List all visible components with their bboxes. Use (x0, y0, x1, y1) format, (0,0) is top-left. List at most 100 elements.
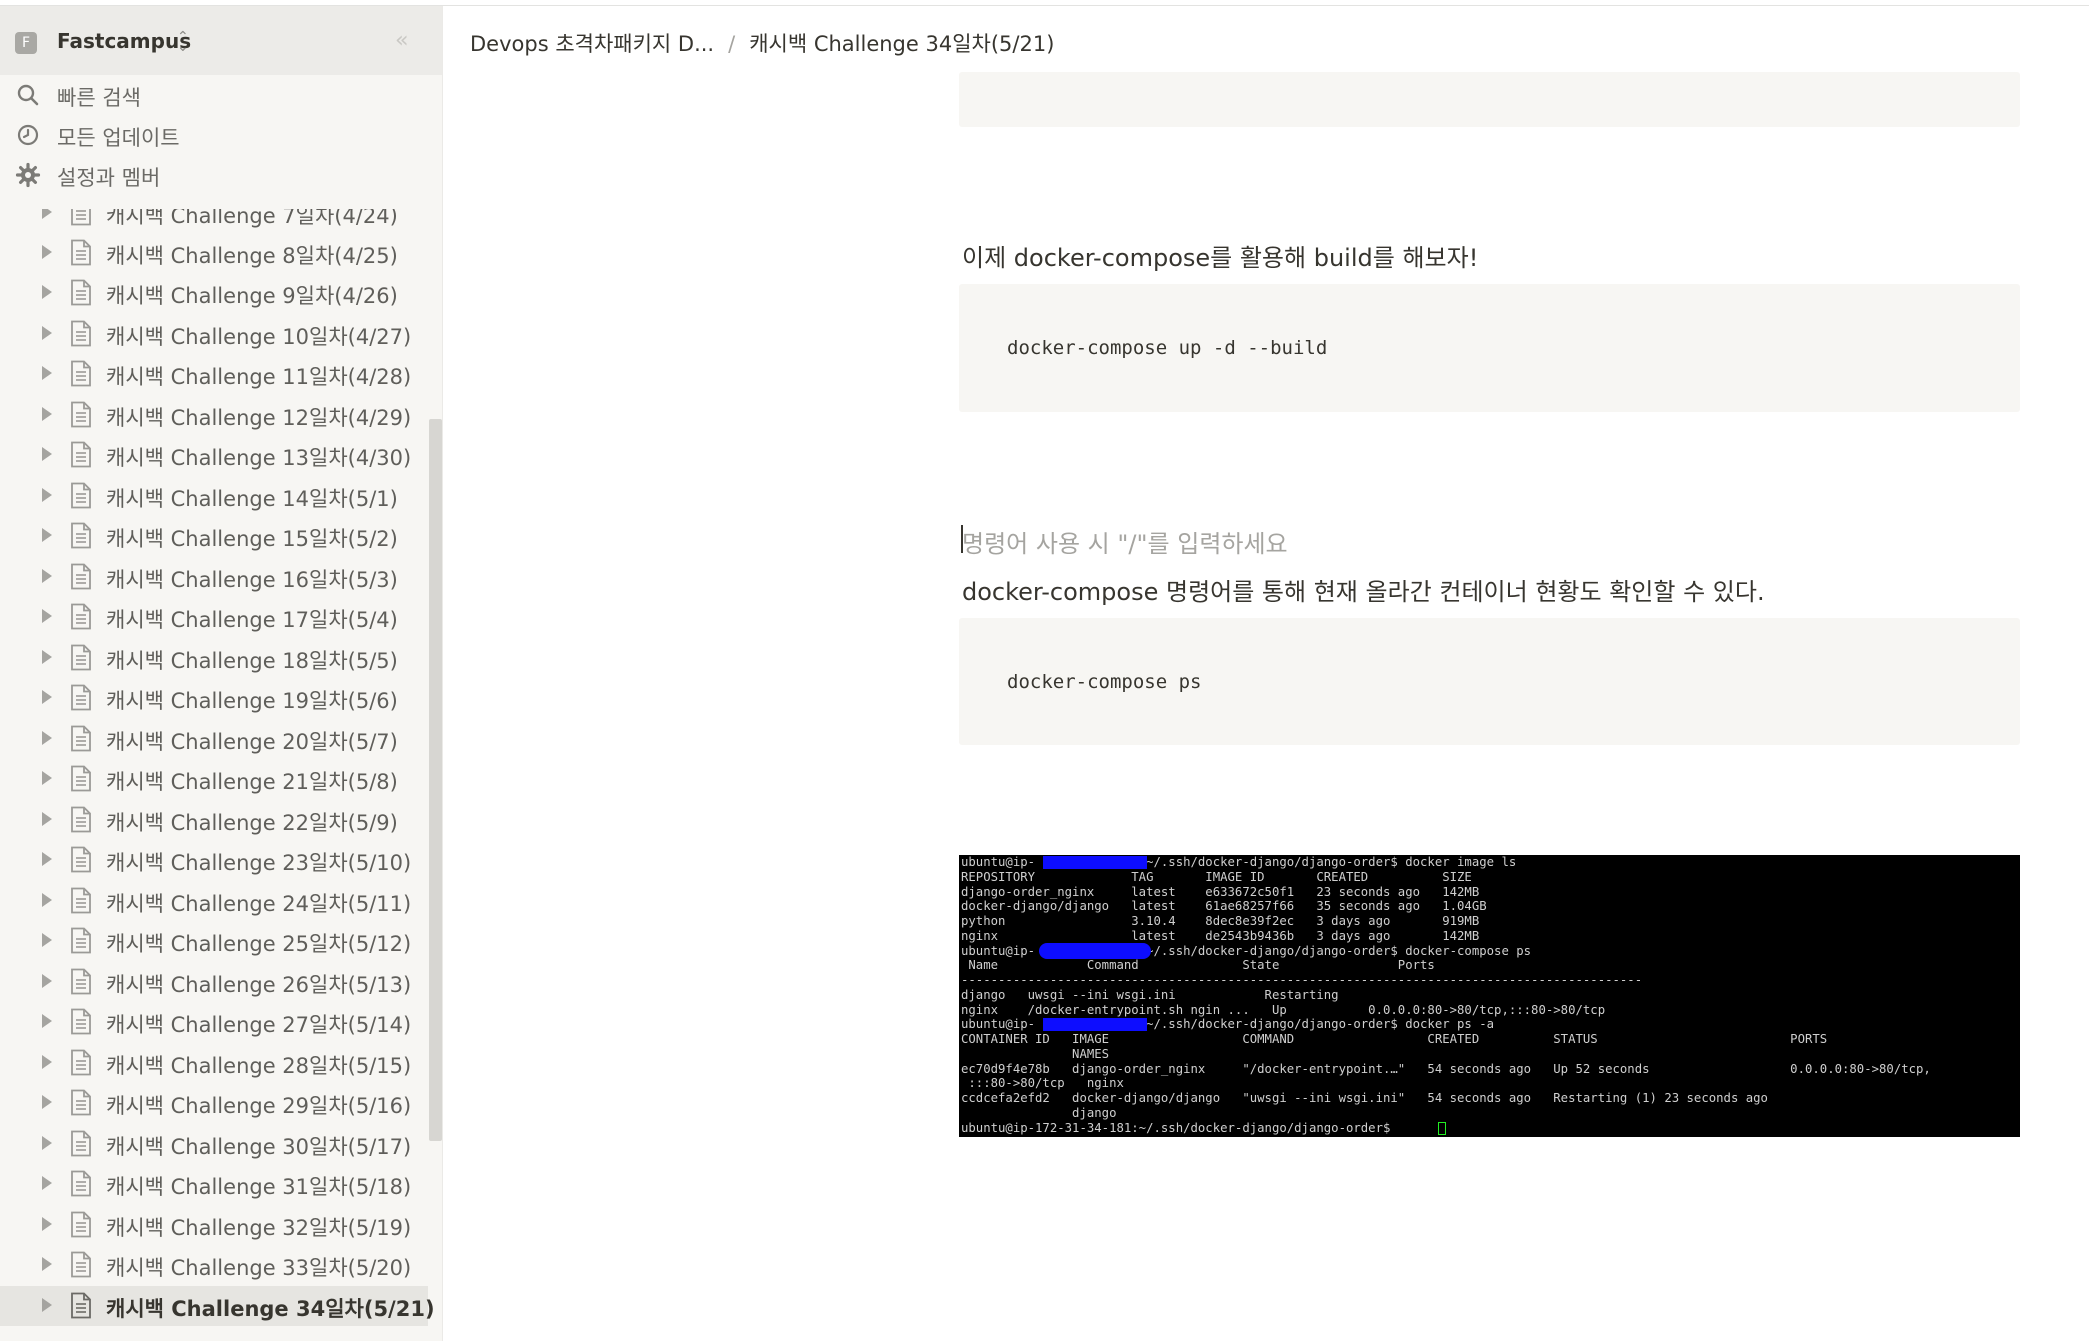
page-tree-item[interactable]: 캐시백 Challenge 15일차(5/2) (0, 516, 428, 556)
page-tree-item[interactable]: 캐시백 Challenge 10일차(4/27) (0, 314, 428, 354)
page-tree-item[interactable]: 캐시백 Challenge 29일차(5/16) (0, 1083, 428, 1123)
page-tree-item[interactable]: 캐시백 Challenge 31일차(5/18) (0, 1164, 428, 1204)
page-tree-item[interactable]: 캐시백 Challenge 19일차(5/6) (0, 678, 428, 718)
workspace-switcher[interactable]: F Fastcampus ⌃ ⌄ ‹‹ (0, 6, 442, 75)
page-title: 캐시백 Challenge 16일차(5/3) (106, 568, 398, 592)
breadcrumb: Devops 초격차패키지 D... / 캐시백 Challenge 34일차(5/… (470, 28, 1054, 58)
page-tree-item[interactable]: 캐시백 Challenge 12일차(4/29) (0, 395, 428, 435)
expand-arrow-icon[interactable] (42, 326, 52, 340)
expand-arrow-icon[interactable] (42, 1176, 52, 1190)
document-icon (71, 1170, 91, 1197)
page-tree-item[interactable]: 캐시백 Challenge 8일차(4/25) (0, 233, 428, 273)
page-title: 캐시백 Challenge 25일차(5/12) (106, 932, 412, 956)
page-tree-item[interactable]: 캐시백 Challenge 24일차(5/11) (0, 881, 428, 921)
document-icon (71, 684, 91, 711)
expand-arrow-icon[interactable] (42, 569, 52, 583)
expand-arrow-icon[interactable] (42, 650, 52, 664)
terminal-line: ccdcefa2efd2 docker-django/django "uwsgi… (961, 1091, 1768, 1105)
page-tree[interactable]: 캐시백 Challenge 7일차(4/24) 캐시백 Challenge 8일… (0, 209, 442, 1341)
page-tree-item[interactable]: 캐시백 Challenge 30일차(5/17) (0, 1124, 428, 1164)
code-block-previous[interactable] (959, 72, 2020, 127)
terminal-line: REPOSITORY TAG IMAGE ID CREATED SIZE (961, 870, 1472, 884)
empty-block-placeholder[interactable]: 명령어 사용 시 "/"를 입력하세요 (962, 524, 1288, 559)
expand-arrow-icon[interactable] (42, 209, 52, 219)
page-tree-item[interactable]: 캐시백 Challenge 27일차(5/14) (0, 1002, 428, 1042)
page-tree-item[interactable]: 캐시백 Challenge 17일차(5/4) (0, 597, 428, 637)
paragraph-ps[interactable]: docker-compose 명령어를 통해 현재 올라간 컨테이너 현황도 확… (962, 572, 1765, 607)
code-block-build[interactable]: docker-compose up -d --build (959, 284, 2020, 412)
document-icon (71, 1049, 91, 1076)
page-tree-item[interactable]: 캐시백 Challenge 20일차(5/7) (0, 719, 428, 759)
breadcrumb-current[interactable]: 캐시백 Challenge 34일차(5/21) (749, 32, 1054, 56)
page-tree-item[interactable]: 캐시백 Challenge 21일차(5/8) (0, 759, 428, 799)
page-tree-item[interactable]: 캐시백 Challenge 26일차(5/13) (0, 962, 428, 1002)
expand-arrow-icon[interactable] (42, 245, 52, 259)
page-title: 캐시백 Challenge 13일차(4/30) (106, 446, 412, 470)
expand-arrow-icon[interactable] (42, 285, 52, 299)
expand-arrow-icon[interactable] (42, 1257, 52, 1271)
expand-arrow-icon[interactable] (42, 731, 52, 745)
page-tree-item-active[interactable]: 캐시백 Challenge 34일차(5/21) (0, 1286, 435, 1326)
breadcrumb-parent[interactable]: Devops 초격차패키지 D... (470, 32, 714, 56)
paragraph-build[interactable]: 이제 docker-compose를 활용해 build를 해보자! (962, 238, 1478, 273)
code-text: docker-compose up -d --build (1007, 337, 1328, 359)
terminal-screenshot[interactable]: ubuntu@ip- :~/.ssh/docker-django/django-… (959, 855, 2020, 1137)
expand-arrow-icon[interactable] (42, 528, 52, 542)
terminal-line: django-order_nginx latest e633672c50f1 2… (961, 885, 1480, 899)
expand-arrow-icon[interactable] (42, 407, 52, 421)
page-title: 캐시백 Challenge 7일차(4/24) (106, 209, 398, 228)
page-tree-item[interactable]: 캐시백 Challenge 18일차(5/5) (0, 638, 428, 678)
document-icon (71, 846, 91, 873)
expand-arrow-icon[interactable] (42, 812, 52, 826)
terminal-line: django (961, 1106, 1117, 1120)
page-tree-item[interactable]: 캐시백 Challenge 14일차(5/1) (0, 476, 428, 516)
page-tree-item[interactable]: 캐시백 Challenge 13일차(4/30) (0, 435, 428, 475)
expand-arrow-icon[interactable] (42, 1298, 52, 1312)
page-title: 캐시백 Challenge 22일차(5/9) (106, 811, 398, 835)
redaction-mark (1043, 856, 1147, 869)
workspace-avatar: F (15, 32, 37, 54)
expand-arrow-icon[interactable] (42, 771, 52, 785)
terminal-line: django uwsgi --ini wsgi.ini Restarting (961, 988, 1339, 1002)
expand-arrow-icon[interactable] (42, 447, 52, 461)
page-tree-item[interactable]: 캐시백 Challenge 22일차(5/9) (0, 800, 428, 840)
collapse-sidebar-icon[interactable]: ‹‹ (395, 28, 408, 53)
page-title: 캐시백 Challenge 9일차(4/26) (106, 284, 398, 308)
expand-arrow-icon[interactable] (42, 609, 52, 623)
expand-arrow-icon[interactable] (42, 933, 52, 947)
expand-arrow-icon[interactable] (42, 974, 52, 988)
page-tree-item[interactable]: 캐시백 Challenge 9일차(4/26) (0, 273, 428, 313)
page-tree-item[interactable]: 캐시백 Challenge 33일차(5/20) (0, 1245, 428, 1285)
code-block-ps[interactable]: docker-compose ps (959, 618, 2020, 745)
page-tree-item[interactable]: 캐시백 Challenge 11일차(4/28) (0, 354, 428, 394)
page-title: 캐시백 Challenge 27일차(5/14) (106, 1013, 412, 1037)
redaction-mark (1039, 943, 1151, 959)
expand-arrow-icon[interactable] (42, 1014, 52, 1028)
sidebar-scrollbar[interactable] (429, 419, 442, 1141)
gear-icon (15, 162, 41, 188)
nav-quick-search[interactable]: 빠른 검색 (0, 76, 442, 114)
page-tree-item[interactable]: 캐시백 Challenge 25일차(5/12) (0, 921, 428, 961)
expand-arrow-icon[interactable] (42, 1136, 52, 1150)
document-icon (71, 401, 91, 428)
terminal-line: nginx /docker-entrypoint.sh ngin ... Up … (961, 1003, 1606, 1017)
expand-arrow-icon[interactable] (42, 1217, 52, 1231)
page-tree-item[interactable]: 캐시백 Challenge 7일차(4/24) (0, 209, 428, 233)
expand-arrow-icon[interactable] (42, 366, 52, 380)
page-tree-item[interactable]: 캐시백 Challenge 32일차(5/19) (0, 1205, 428, 1245)
expand-arrow-icon[interactable] (42, 1095, 52, 1109)
nav-settings-members[interactable]: 설정과 멤버 (0, 156, 442, 194)
expand-arrow-icon[interactable] (42, 690, 52, 704)
page-tree-item[interactable]: 캐시백 Challenge 28일차(5/15) (0, 1043, 428, 1083)
expand-arrow-icon[interactable] (42, 893, 52, 907)
expand-arrow-icon[interactable] (42, 488, 52, 502)
expand-arrow-icon[interactable] (42, 852, 52, 866)
document-icon (71, 441, 91, 468)
page-tree-item[interactable]: 캐시백 Challenge 23일차(5/10) (0, 840, 428, 880)
terminal-line: ----------------------------------------… (961, 973, 1643, 987)
clock-icon (17, 124, 39, 146)
page-tree-item[interactable]: 캐시백 Challenge 16일차(5/3) (0, 557, 428, 597)
nav-all-updates[interactable]: 모든 업데이트 (0, 116, 442, 154)
expand-arrow-icon[interactable] (42, 1055, 52, 1069)
code-text: docker-compose ps (1007, 671, 1202, 693)
